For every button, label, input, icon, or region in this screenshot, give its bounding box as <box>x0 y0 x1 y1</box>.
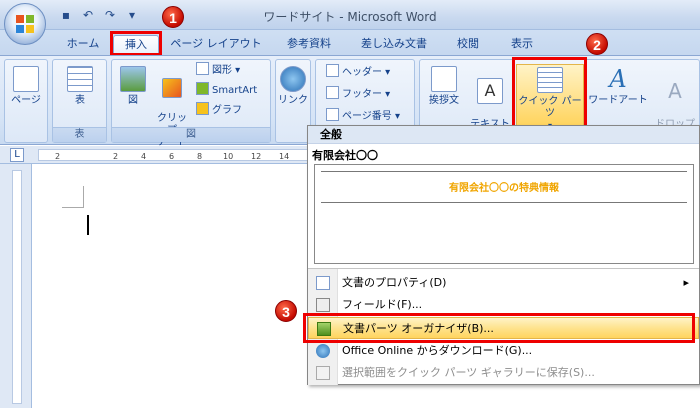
shapes-button[interactable]: 図形 ▾ <box>196 62 240 78</box>
pages-button[interactable]: ページ <box>9 66 43 107</box>
group-illustrations: 図 クリップ アート 図形 ▾ SmartArt グラフ 図 <box>111 59 271 148</box>
group-links: リンク <box>275 59 311 143</box>
annotation-badge-3: 3 <box>275 300 297 322</box>
preview-top-rule <box>321 171 687 172</box>
office-online-icon <box>316 344 330 358</box>
save-selection-icon <box>316 366 330 380</box>
annotation-badge-2: 2 <box>586 33 608 55</box>
window-title: ワードサイト - Microsoft Word <box>263 10 437 24</box>
tab-mailings[interactable]: 差し込み文書 <box>352 35 436 55</box>
annotation-box-insert-tab <box>110 31 162 56</box>
vertical-ruler-strip <box>12 170 22 404</box>
clipart-icon <box>162 78 182 98</box>
gallery-entry-title[interactable]: 有限会社〇〇 <box>312 147 378 163</box>
footer-button[interactable]: フッター ▾ <box>326 86 390 102</box>
dropcap-icon: A <box>668 79 682 103</box>
header-icon <box>326 64 339 77</box>
tab-references[interactable]: 参考資料 <box>274 35 344 55</box>
wordart-button[interactable]: A ワードアート <box>588 66 648 107</box>
annotation-badge-1: 1 <box>162 6 184 28</box>
textbox-icon: A <box>477 78 503 104</box>
submenu-arrow-icon: ▸ <box>683 276 689 289</box>
annotation-box-quick-parts <box>512 57 587 130</box>
group-label-illustrations: 図 <box>112 127 270 142</box>
greeting-icon <box>431 66 457 92</box>
page-number-icon <box>326 108 339 121</box>
group-table: 表 表 <box>52 59 107 143</box>
shapes-icon <box>196 62 209 75</box>
gallery-entry-preview[interactable]: 有限会社〇〇の特典情報 <box>314 164 694 264</box>
footer-icon <box>326 86 339 99</box>
smartart-button[interactable]: SmartArt <box>196 82 257 98</box>
ruler-strip: 2 2 4 6 8 10 12 14 <box>38 149 308 161</box>
page-number-button[interactable]: ページ番号 ▾ <box>326 108 400 124</box>
office-button[interactable] <box>4 3 46 45</box>
title-bar: ▪ ↶ ↷ ▾ ワードサイト - Microsoft Word <box>0 0 700 30</box>
vertical-ruler <box>0 164 32 408</box>
picture-icon <box>120 66 146 92</box>
preview-text: 有限会社〇〇の特典情報 <box>449 183 559 194</box>
text-cursor <box>87 215 89 235</box>
table-button[interactable]: 表 <box>65 66 95 107</box>
chart-icon <box>196 102 209 115</box>
tab-view[interactable]: 表示 <box>500 35 544 55</box>
picture-button[interactable]: 図 <box>118 66 148 107</box>
annotation-box-organizer <box>303 313 695 343</box>
page-margin-marker <box>62 186 84 208</box>
tab-selector-icon[interactable]: L <box>10 148 24 162</box>
group-label-table: 表 <box>53 127 106 142</box>
smartart-icon <box>196 82 209 95</box>
chart-button[interactable]: グラフ <box>196 102 242 118</box>
gallery-separator <box>308 268 699 269</box>
office-logo-icon <box>16 15 34 33</box>
menu-office-online[interactable]: Office Online からダウンロード(G)... <box>308 340 699 362</box>
preview-bottom-rule <box>321 202 687 203</box>
field-icon <box>316 298 330 312</box>
greeting-button[interactable]: 挨拶文 <box>424 66 464 107</box>
document-properties-icon <box>316 276 330 290</box>
quick-parts-gallery: 全般 有限会社〇〇 有限会社〇〇の特典情報 文書のプロパティ(D) ▸ フィール… <box>307 125 700 385</box>
link-button[interactable]: リンク <box>278 66 308 107</box>
tab-page-layout[interactable]: ページ レイアウト <box>166 35 266 55</box>
table-icon <box>67 66 93 92</box>
gallery-category-header: 全般 <box>308 126 699 144</box>
link-icon <box>280 66 306 92</box>
tab-review[interactable]: 校閲 <box>446 35 490 55</box>
tab-home[interactable]: ホーム <box>58 35 108 55</box>
page-icon <box>13 66 39 92</box>
wordart-icon: A <box>609 65 627 93</box>
header-button[interactable]: ヘッダー ▾ <box>326 64 390 80</box>
group-pages: ページ <box>4 59 48 143</box>
menu-document-properties[interactable]: 文書のプロパティ(D) ▸ <box>308 272 699 294</box>
menu-save-selection[interactable]: 選択範囲をクイック パーツ ギャラリーに保存(S)... <box>308 362 699 384</box>
